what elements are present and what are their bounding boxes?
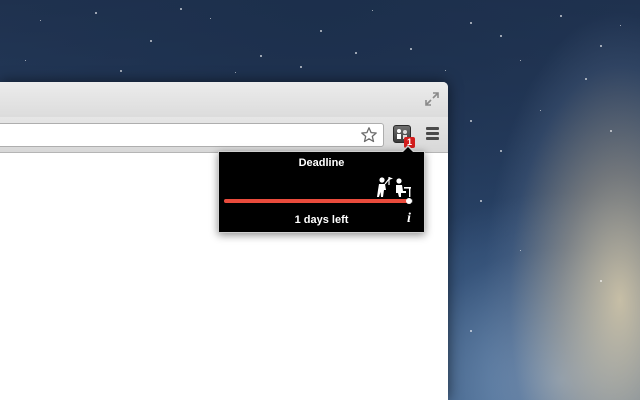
star (600, 280, 602, 282)
address-input[interactable] (5, 126, 349, 146)
star (180, 8, 182, 10)
star (25, 60, 26, 61)
info-icon[interactable]: i (403, 212, 415, 226)
star (320, 30, 322, 32)
star (520, 250, 521, 251)
star-outline-icon[interactable] (360, 126, 378, 144)
star (500, 35, 502, 37)
star (300, 66, 302, 68)
star (372, 10, 373, 11)
star (600, 45, 602, 47)
figures-with-flag-icon (377, 177, 411, 197)
progress-marker (406, 198, 413, 204)
star (610, 130, 612, 132)
star (470, 330, 472, 332)
star (120, 70, 122, 72)
deadline-popup: Deadline 1 days left i (218, 145, 425, 233)
deadline-progress-bar (224, 198, 413, 204)
star (40, 20, 41, 21)
address-bar[interactable] (0, 123, 384, 147)
star (260, 55, 262, 57)
star (520, 60, 521, 61)
star (500, 150, 502, 152)
star (235, 72, 236, 73)
star (540, 110, 541, 111)
browser-toolbar: 1 (0, 117, 448, 153)
star (560, 15, 562, 17)
days-left-label: 1 days left (294, 214, 349, 226)
progress-fill (224, 199, 410, 203)
star (470, 22, 472, 24)
star (620, 25, 621, 26)
star (210, 18, 211, 19)
title-bar (0, 82, 448, 117)
star (95, 12, 97, 14)
star (150, 40, 152, 42)
star (470, 120, 472, 122)
star (410, 48, 412, 50)
star (355, 52, 357, 54)
browser-window: 1 (0, 82, 448, 400)
star (585, 78, 587, 80)
popup-title: Deadline (298, 157, 345, 169)
star (445, 70, 446, 71)
hamburger-menu-icon[interactable] (423, 126, 441, 144)
star (480, 200, 482, 202)
fullscreen-arrows-icon[interactable] (424, 91, 440, 107)
